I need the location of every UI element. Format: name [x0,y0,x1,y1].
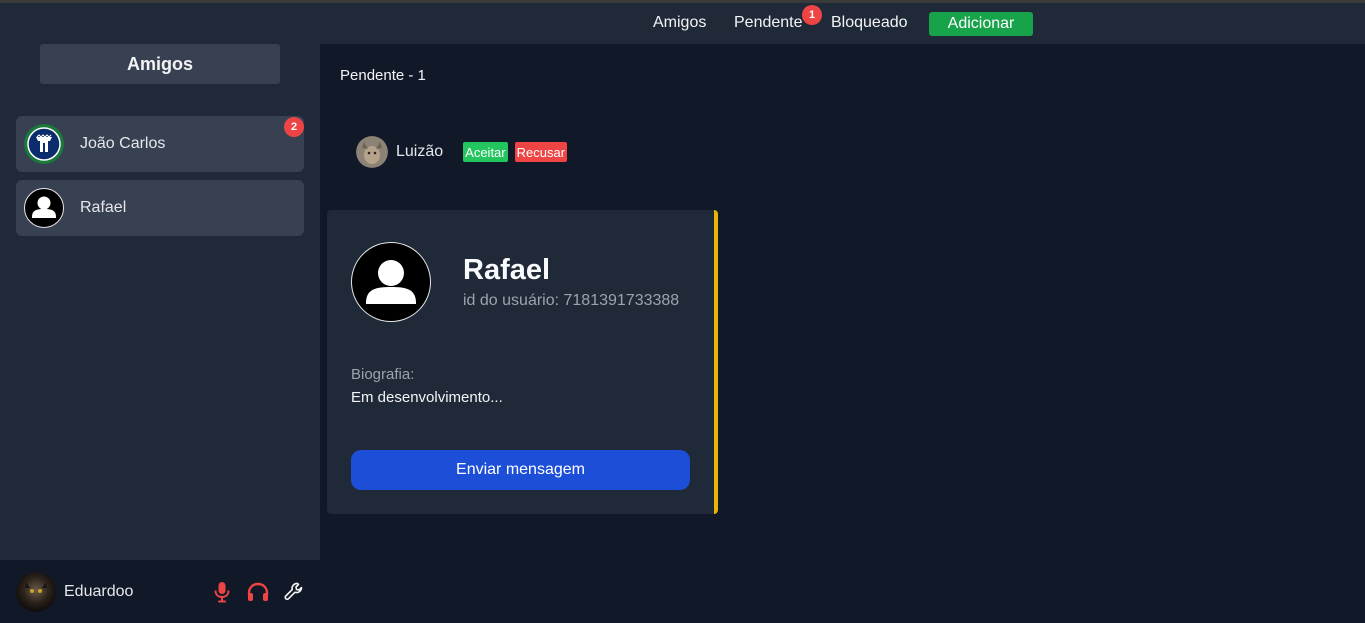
profile-name: Rafael [463,254,551,286]
send-message-button[interactable]: Enviar mensagem [351,450,690,490]
tab-amigos[interactable]: Amigos [653,14,706,32]
user-avatar[interactable] [16,571,56,612]
user-bar: Eduardoo [0,560,320,623]
unread-badge: 2 [284,117,304,137]
reject-button[interactable]: Recusar [514,142,568,162]
section-title: Pendente - 1 [340,67,426,84]
add-friend-button[interactable]: Adicionar [929,12,1033,36]
profile-card: Rafael id do usuário: 7181391733388 Biog… [327,210,718,514]
profile-user-id: id do usuário: 7181391733388 [463,292,680,309]
sidebar: Amigos João Carlos 2 Rafael Eduardoo [0,3,320,623]
requester-name: Luizão [396,143,444,160]
bio-label: Biografia: [351,366,415,383]
friend-name: João Carlos [80,135,166,152]
bio-text: Em desenvolvimento... [351,389,503,406]
friend-item-rafael[interactable]: Rafael [16,180,304,236]
pending-request-row: Luizão Aceitar Recusar [356,136,568,168]
requester-avatar [356,136,388,168]
top-nav: Amigos Pendente 1 Bloqueado Adicionar [320,3,1365,44]
username: Eduardoo [64,582,134,600]
headphones-icon[interactable] [247,581,269,603]
friend-name: Rafael [80,199,127,216]
person-icon [351,242,431,322]
wrench-icon[interactable] [283,581,305,603]
person-icon [24,188,64,228]
pending-count-badge: 1 [802,5,822,25]
friend-item-joao-carlos[interactable]: João Carlos 2 [16,116,304,172]
sidebar-title: Amigos [40,44,280,84]
microphone-icon[interactable] [211,581,233,603]
tab-pendente[interactable]: Pendente [734,14,803,32]
accept-button[interactable]: Aceitar [463,142,508,162]
tab-bloqueado[interactable]: Bloqueado [831,14,908,32]
shield-crest-icon [24,124,64,164]
